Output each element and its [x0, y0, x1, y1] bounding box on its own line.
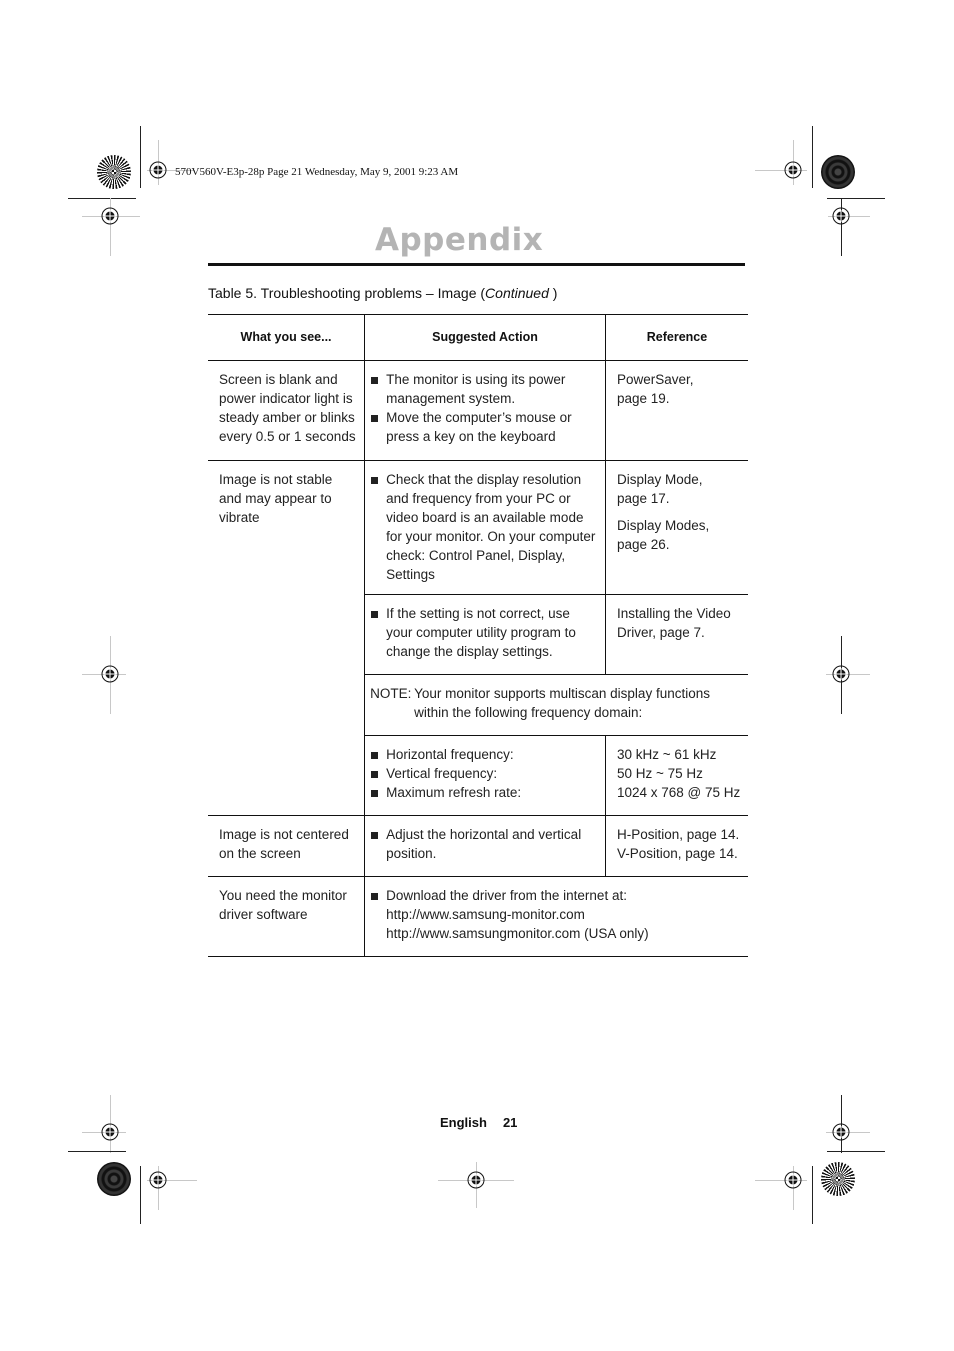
- note-label: NOTE:: [370, 686, 412, 701]
- page-footer: English 21: [440, 1115, 517, 1130]
- spec-label: Horizontal frequency:: [370, 745, 599, 764]
- spec-label: Maximum refresh rate:: [370, 783, 599, 802]
- page-number: 21: [502, 1115, 518, 1130]
- reference-cell: H-Position, page 14. V-Position, page 14…: [604, 815, 748, 877]
- spec-value: 50 Hz ~ 75 Hz: [616, 766, 703, 781]
- crop-mark: [140, 1166, 141, 1224]
- registration-target-icon: [832, 1123, 850, 1141]
- action-item: Check that the display resolution and fr…: [370, 470, 599, 584]
- table-row: Image is not centered on the screen Adju…: [208, 815, 748, 877]
- action-cell: Adjust the horizontal and vertical posit…: [364, 815, 606, 877]
- reference-cell: Display Mode, page 17. Display Modes, pa…: [604, 460, 748, 595]
- spec-value: 30 kHz ~ 61 kHz: [616, 747, 717, 762]
- caption-continued: Continued: [485, 285, 549, 301]
- action-cell: Download the driver from the internet at…: [364, 876, 748, 957]
- crop-mark: [68, 198, 136, 199]
- print-slug: 570V560V-E3p-28p Page 21 Wednesday, May …: [175, 166, 459, 178]
- symptom-cell: Image is not centered on the screen: [208, 815, 365, 877]
- crop-mark: [812, 1166, 813, 1224]
- reference-text: Display Mode, page 17.: [616, 472, 703, 506]
- spec-labels-cell: Horizontal frequency: Vertical frequency…: [364, 735, 606, 816]
- registration-target-icon: [467, 1171, 485, 1189]
- registration-target-icon: [101, 207, 119, 225]
- reference-text: V-Position, page 14.: [616, 846, 738, 861]
- note-line-2: within the following frequency domain:: [414, 705, 643, 720]
- registration-target-icon: [101, 665, 119, 683]
- reference-cell: PowerSaver, page 19.: [604, 360, 748, 461]
- reference-text: Installing the Video Driver, page 7.: [616, 606, 731, 640]
- registration-target-icon: [149, 1171, 167, 1189]
- action-item: Download the driver from the internet at…: [370, 886, 742, 905]
- driver-link[interactable]: http://www.samsung-monitor.com: [370, 905, 742, 924]
- spec-value: 1024 x 768 @ 75 Hz: [616, 785, 741, 800]
- action-item: Adjust the horizontal and vertical posit…: [370, 825, 599, 863]
- action-cell: If the setting is not correct, use your …: [364, 594, 606, 675]
- heading-rule: [208, 263, 745, 266]
- reference-cell: Installing the Video Driver, page 7.: [604, 594, 748, 675]
- header-reference: Reference: [604, 314, 748, 361]
- reference-text: Display Modes, page 26.: [616, 518, 710, 552]
- caption-prefix: Table 5. Troubleshooting problems – Imag…: [208, 285, 486, 301]
- registration-target-icon: [101, 1123, 119, 1141]
- registration-target-icon: [784, 161, 802, 179]
- header-suggested-action: Suggested Action: [364, 314, 606, 361]
- footer-language: English: [440, 1115, 487, 1130]
- symptom-cell: You need the monitor driver software: [208, 876, 365, 957]
- crop-mark: [140, 126, 141, 188]
- note-cell: NOTE: Your monitor supports multiscan dis…: [364, 674, 748, 736]
- action-cell: Check that the display resolution and fr…: [364, 460, 606, 595]
- crop-mark: [827, 1151, 885, 1152]
- registration-target-icon: [832, 207, 850, 225]
- symptom-cell: Image is not stable and may appear to vi…: [208, 460, 365, 816]
- crop-mark: [812, 126, 813, 188]
- spec-values-cell: 30 kHz ~ 61 kHz 50 Hz ~ 75 Hz 1024 x 768…: [604, 735, 748, 816]
- color-rosette-icon: [821, 1162, 855, 1196]
- reference-text: PowerSaver, page 19.: [616, 372, 694, 406]
- note-text: Your monitor supports multiscan display …: [414, 686, 710, 701]
- crop-mark: [827, 198, 885, 199]
- driver-link-usa[interactable]: http://www.samsungmonitor.com (USA only): [370, 924, 742, 943]
- action-item: If the setting is not correct, use your …: [370, 604, 599, 661]
- symptom-cell: Screen is blank and power indicator ligh…: [208, 360, 365, 461]
- color-rosette-icon: [97, 1162, 131, 1196]
- table-header-row: What you see... Suggested Action Referen…: [208, 314, 748, 361]
- registration-target-icon: [832, 665, 850, 683]
- section-heading: Appendix: [375, 222, 544, 258]
- color-rosette-icon: [97, 155, 131, 189]
- action-item: The monitor is using its power managemen…: [370, 370, 599, 408]
- crop-mark: [68, 1151, 126, 1152]
- action-cell: The monitor is using its power managemen…: [364, 360, 606, 461]
- registration-target-icon: [784, 1171, 802, 1189]
- table-caption: Table 5. Troubleshooting problems – Imag…: [208, 285, 557, 301]
- table-row: Screen is blank and power indicator ligh…: [208, 360, 748, 461]
- header-what-you-see: What you see...: [208, 314, 365, 361]
- color-rosette-icon: [821, 155, 855, 189]
- action-item: Move the computer’s mouse or press a key…: [370, 408, 599, 446]
- caption-suffix: ): [548, 285, 558, 301]
- spec-label: Vertical frequency:: [370, 764, 599, 783]
- registration-target-icon: [149, 161, 167, 179]
- reference-text: H-Position, page 14.: [616, 827, 740, 842]
- table-row: Image is not stable and may appear to vi…: [208, 460, 748, 816]
- note-line-1: NOTE: Your monitor supports multiscan dis…: [370, 684, 742, 703]
- table-row: You need the monitor driver software Dow…: [208, 876, 748, 957]
- troubleshooting-table: What you see... Suggested Action Referen…: [208, 314, 748, 957]
